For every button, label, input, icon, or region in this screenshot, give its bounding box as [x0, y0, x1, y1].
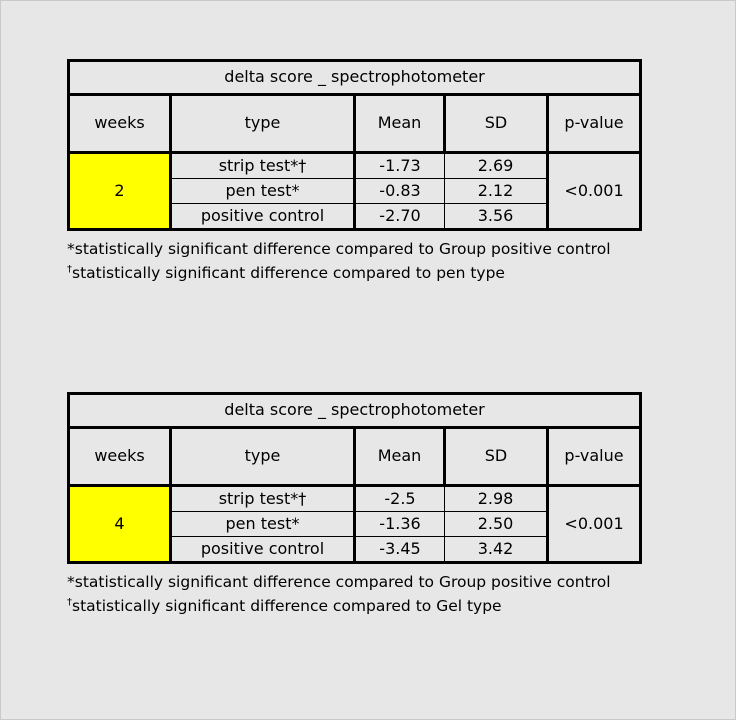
type-value: strip test*† [170, 485, 355, 512]
sd-value: 3.56 [444, 203, 548, 230]
mean-value: -2.70 [353, 203, 445, 230]
footnote: †statistically significant difference co… [67, 261, 736, 285]
stat-table-week-4: delta score _ spectrophotometer weeks ty… [67, 392, 643, 564]
table-header-row: weeks type Mean SD p-value [68, 427, 642, 487]
column-header-mean: Mean [353, 94, 445, 154]
table-block-week-4: delta score _ spectrophotometer weeks ty… [67, 392, 736, 618]
column-header-p-value: p-value [545, 94, 642, 154]
footnote-list-week-4: *statistically significant difference co… [67, 570, 736, 618]
footnote-text: statistically significant difference com… [72, 597, 502, 616]
footnote: †statistically significant difference co… [67, 594, 736, 618]
table-row: 2 strip test*† -1.73 2.69 <0.001 [68, 152, 642, 230]
column-header-sd: SD [443, 427, 548, 487]
table-row: 4 strip test*† -2.5 2.98 <0.001 [68, 485, 642, 563]
column-header-mean: Mean [353, 427, 445, 487]
mean-value: -3.45 [353, 536, 445, 563]
type-value: pen test* [170, 178, 355, 204]
type-value: pen test* [170, 511, 355, 537]
mean-value: -1.36 [353, 511, 445, 537]
table-title: delta score _ spectrophotometer [67, 60, 642, 96]
footnote-marker: * [67, 240, 75, 258]
table-title: delta score _ spectrophotometer [67, 393, 642, 429]
sd-value: 2.98 [444, 485, 548, 512]
document-page: delta score _ spectrophotometer weeks ty… [0, 0, 736, 720]
footnote: *statistically significant difference co… [67, 570, 736, 594]
type-value: positive control [170, 536, 355, 563]
footnote-list-week-2: *statistically significant difference co… [67, 237, 736, 285]
table-block-week-2: delta score _ spectrophotometer weeks ty… [67, 59, 736, 285]
column-header-type: type [169, 427, 355, 487]
column-header-type: type [169, 94, 355, 154]
footnote-text: statistically significant difference com… [74, 573, 611, 591]
column-header-p-value: p-value [545, 427, 642, 487]
mean-value: -0.83 [353, 178, 445, 204]
type-value: positive control [170, 203, 355, 230]
table-header-row: weeks type Mean SD p-value [68, 94, 642, 154]
footnote: *statistically significant difference co… [67, 237, 736, 261]
weeks-value-cell: 4 [68, 485, 172, 563]
column-header-weeks: weeks [68, 94, 171, 154]
mean-value: -2.5 [353, 485, 445, 512]
sd-value: 2.12 [444, 178, 548, 204]
table-title-row: delta score _ spectrophotometer [67, 60, 642, 96]
footnote-text: statistically significant difference com… [72, 264, 505, 283]
mean-value: -1.73 [353, 152, 445, 179]
sd-value: 3.42 [444, 536, 548, 563]
type-value: strip test*† [170, 152, 355, 179]
column-header-weeks: weeks [68, 427, 171, 487]
p-value-cell: <0.001 [545, 152, 642, 230]
sd-value: 2.50 [444, 511, 548, 537]
column-header-sd: SD [443, 94, 548, 154]
footnote-marker: * [67, 573, 75, 591]
weeks-value-cell: 2 [68, 152, 172, 230]
p-value-cell: <0.001 [545, 485, 642, 563]
footnote-text: statistically significant difference com… [74, 240, 611, 258]
sd-value: 2.69 [444, 152, 548, 179]
stat-table-week-2: delta score _ spectrophotometer weeks ty… [67, 59, 643, 231]
table-title-row: delta score _ spectrophotometer [67, 393, 642, 429]
